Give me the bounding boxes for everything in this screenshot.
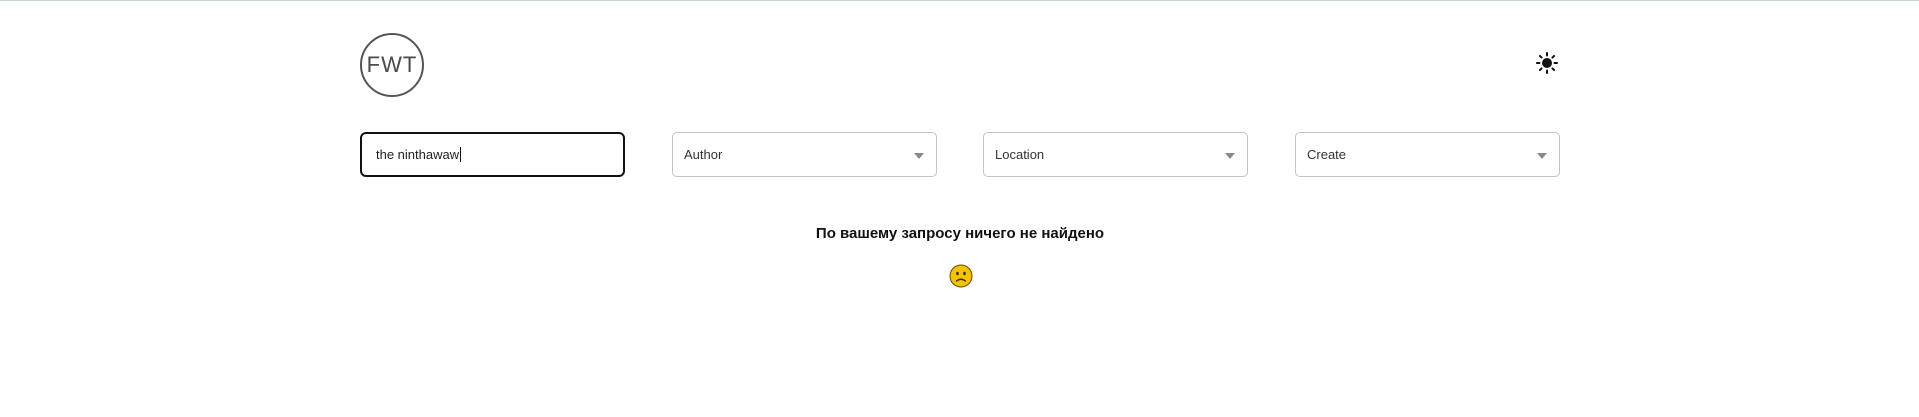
sad-face-emoji-icon <box>949 264 973 288</box>
sun-icon <box>1536 52 1558 74</box>
filters-bar: the ninthawaw Author Location Create <box>360 132 1561 177</box>
location-select[interactable]: Location <box>983 132 1248 177</box>
author-select[interactable]: Author <box>672 132 937 177</box>
fwt-logo[interactable]: FWT <box>360 33 424 97</box>
no-results-message: По вашему запросу ничего не найдено <box>815 225 1105 242</box>
chevron-down-icon <box>1225 153 1235 159</box>
chevron-down-icon <box>1537 153 1547 159</box>
text-caret <box>460 147 462 162</box>
location-select-value: Location <box>995 147 1045 162</box>
search-input-value: the ninthawaw <box>376 147 460 162</box>
theme-toggle-button[interactable] <box>1534 50 1560 76</box>
chevron-down-icon <box>914 153 924 159</box>
create-select-value: Create <box>1307 147 1347 162</box>
page-container: FWT the ninthawaw Author Location Create… <box>360 0 1560 417</box>
logo-text: FWT <box>366 52 418 77</box>
author-select-value: Author <box>684 147 723 162</box>
create-select[interactable]: Create <box>1295 132 1560 177</box>
search-input[interactable]: the ninthawaw <box>360 132 625 177</box>
